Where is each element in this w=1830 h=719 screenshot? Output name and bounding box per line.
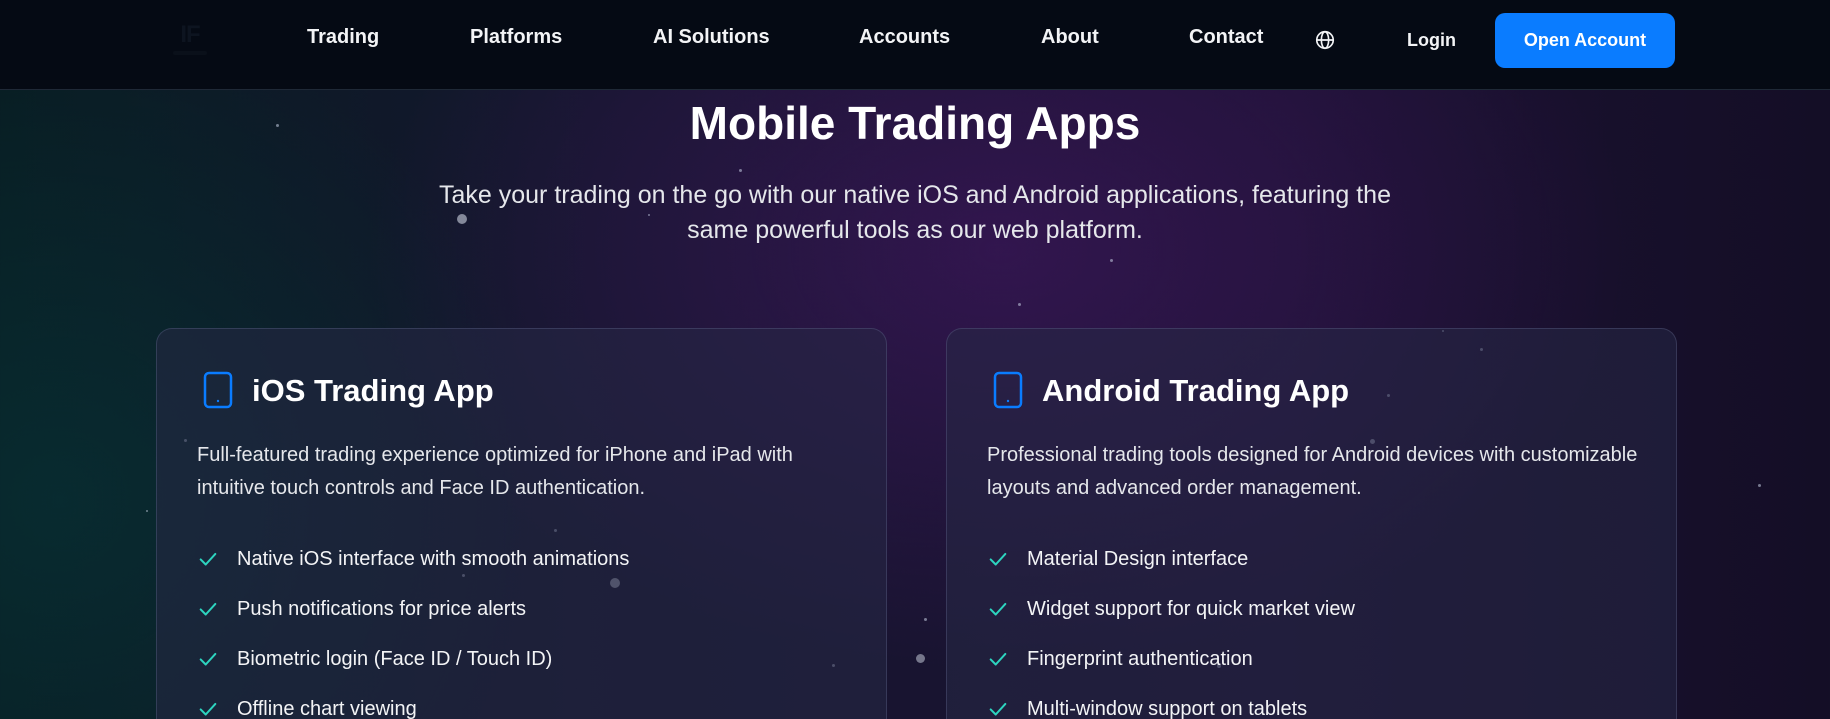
login-link[interactable]: Login: [1407, 30, 1456, 51]
card-title: iOS Trading App: [252, 373, 494, 408]
feature-item: Biometric login (Face ID / Touch ID): [197, 634, 629, 684]
nav-link-platforms[interactable]: Platforms: [470, 26, 562, 49]
brand-logo[interactable]: IF: [168, 18, 212, 58]
open-account-button[interactable]: Open Account: [1495, 13, 1675, 68]
feature-item: Multi-window support on tablets: [987, 684, 1355, 719]
top-navigation: IF Trading Platforms AI Solutions Accoun…: [0, 0, 1830, 90]
check-icon: [199, 552, 217, 566]
check-icon: [199, 652, 217, 666]
feature-item: Material Design interface: [987, 534, 1355, 584]
feature-list: Native iOS interface with smooth animati…: [197, 534, 629, 719]
card-description: Professional trading tools designed for …: [987, 444, 1638, 499]
feature-item: Offline chart viewing: [197, 684, 629, 719]
globe-icon[interactable]: [1314, 29, 1336, 51]
check-icon: [989, 652, 1007, 666]
nav-link-accounts[interactable]: Accounts: [859, 26, 950, 49]
card-title: Android Trading App: [1042, 373, 1350, 408]
page-title: Mobile Trading Apps: [689, 97, 1141, 149]
android-app-card: Android Trading App Professional trading…: [946, 328, 1677, 719]
tablet-icon: [203, 371, 233, 409]
feature-item: Native iOS interface with smooth animati…: [197, 534, 629, 584]
check-icon: [989, 602, 1007, 616]
ios-app-card: iOS Trading App Full-featured trading ex…: [156, 328, 887, 719]
feature-list: Material Design interface Widget support…: [987, 534, 1355, 719]
nav-link-ai-solutions[interactable]: AI Solutions: [653, 26, 770, 49]
page-subtitle: Take your trading on the go with our nat…: [439, 181, 1391, 244]
check-icon: [199, 702, 217, 716]
feature-item: Widget support for quick market view: [987, 584, 1355, 634]
card-description: Full-featured trading experience optimiz…: [197, 444, 793, 499]
tablet-icon: [993, 371, 1023, 409]
nav-link-trading[interactable]: Trading: [307, 26, 379, 49]
check-icon: [989, 702, 1007, 716]
check-icon: [989, 552, 1007, 566]
feature-item: Push notifications for price alerts: [197, 584, 629, 634]
nav-link-about[interactable]: About: [1041, 26, 1099, 49]
check-icon: [199, 602, 217, 616]
nav-link-contact[interactable]: Contact: [1189, 26, 1263, 49]
feature-item: Fingerprint authentication: [987, 634, 1355, 684]
